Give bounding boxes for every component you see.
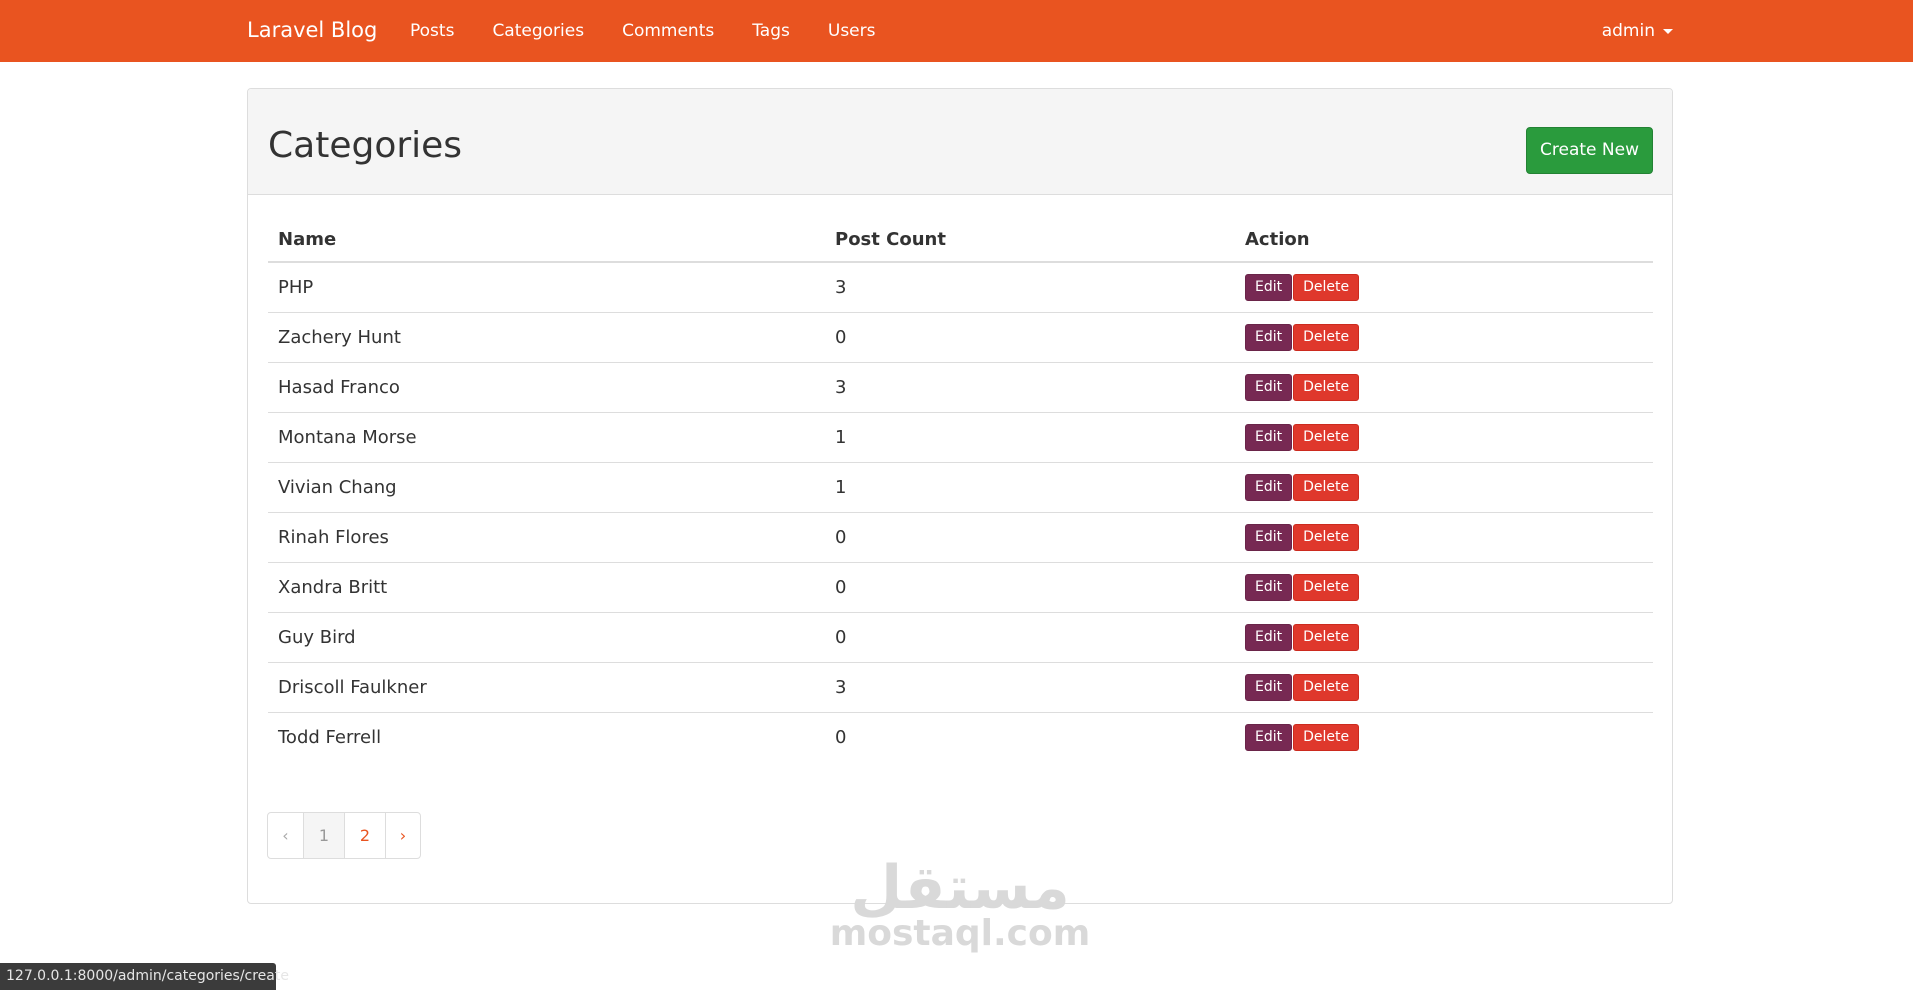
row-actions: Edit Delete: [1235, 511, 1653, 562]
table-row: Vivian Chang 1 Edit Delete: [268, 461, 1653, 512]
delete-button[interactable]: Delete: [1293, 423, 1360, 451]
categories-panel: Categories Create New Name Post Count Ac…: [247, 88, 1673, 904]
watermark-latin: mostaql.com: [829, 913, 1091, 954]
page-title: Categories: [268, 125, 463, 166]
table-row: Guy Bird 0 Edit Delete: [268, 611, 1653, 662]
delete-button[interactable]: Delete: [1293, 573, 1360, 601]
post-count: 0: [825, 611, 1235, 662]
table-row: Driscoll Faulkner 3 Edit Delete: [268, 661, 1653, 712]
panel-heading: Categories Create New: [248, 89, 1672, 195]
row-actions: Edit Delete: [1235, 262, 1653, 312]
category-name: Driscoll Faulkner: [268, 661, 825, 712]
header-action: Action: [1235, 217, 1653, 263]
post-count: 0: [825, 711, 1235, 762]
delete-button[interactable]: Delete: [1293, 273, 1360, 301]
edit-button[interactable]: Edit: [1245, 573, 1293, 601]
post-count: 0: [825, 561, 1235, 612]
row-actions: Edit Delete: [1235, 611, 1653, 662]
watermark-arabic: مستقل: [850, 853, 1070, 923]
nav-link-tags[interactable]: Tags: [752, 19, 790, 43]
nav-link-categories[interactable]: Categories: [492, 19, 584, 43]
post-count: 3: [825, 361, 1235, 412]
table-row: Todd Ferrell 0 Edit Delete: [268, 711, 1653, 762]
row-actions: Edit Delete: [1235, 311, 1653, 362]
pagination-page-1: 1: [303, 813, 344, 858]
edit-button[interactable]: Edit: [1245, 373, 1293, 401]
edit-button[interactable]: Edit: [1245, 523, 1293, 551]
category-name: Hasad Franco: [268, 361, 825, 412]
navbar-container: Laravel Blog Posts Categories Comments T…: [247, 0, 1673, 62]
row-actions: Edit Delete: [1235, 711, 1653, 762]
pagination: ‹ 1 2 ›: [267, 812, 421, 859]
delete-button[interactable]: Delete: [1293, 373, 1360, 401]
category-name: Guy Bird: [268, 611, 825, 662]
table-body: PHP 3 Edit Delete Zachery Hunt 0 Edit Delete Has…: [268, 262, 1653, 762]
row-actions: Edit Delete: [1235, 361, 1653, 412]
category-name: Rinah Flores: [268, 511, 825, 562]
table-row: Hasad Franco 3 Edit Delete: [268, 361, 1653, 412]
post-count: 1: [825, 461, 1235, 512]
category-name: PHP: [278, 276, 314, 298]
edit-button[interactable]: Edit: [1245, 473, 1293, 501]
category-name: Zachery Hunt: [268, 311, 825, 362]
delete-button[interactable]: Delete: [1293, 473, 1360, 501]
edit-button[interactable]: Edit: [1245, 423, 1293, 451]
link-status-bar: 127.0.0.1:8000/admin/categories/create: [0, 963, 289, 990]
delete-button[interactable]: Delete: [1293, 673, 1360, 701]
user-name: admin: [1601, 21, 1655, 41]
pagination-page-2[interactable]: 2: [344, 813, 385, 858]
table-row: PHP 3 Edit Delete: [268, 262, 1653, 312]
watermark: مستقل mostaql.com: [790, 858, 1130, 954]
brand-link[interactable]: Laravel Blog: [247, 16, 377, 44]
nav-link-posts[interactable]: Posts: [410, 19, 454, 43]
edit-button[interactable]: Edit: [1245, 673, 1293, 701]
category-name: Xandra Britt: [268, 561, 825, 612]
pagination-next[interactable]: ›: [385, 813, 420, 858]
table-row: Zachery Hunt 0 Edit Delete: [268, 311, 1653, 362]
delete-button[interactable]: Delete: [1293, 723, 1360, 751]
table-row: Montana Morse 1 Edit Delete: [268, 411, 1653, 462]
user-dropdown[interactable]: admin: [1602, 19, 1673, 43]
row-actions: Edit Delete: [1235, 561, 1653, 612]
row-actions: Edit Delete: [1235, 661, 1653, 712]
edit-button[interactable]: Edit: [1245, 623, 1293, 651]
delete-button[interactable]: Delete: [1293, 623, 1360, 651]
edit-button[interactable]: Edit: [1245, 273, 1293, 301]
post-count: 1: [825, 411, 1235, 462]
post-count: 0: [825, 311, 1235, 362]
header-post-count: Post Count: [825, 217, 1235, 263]
row-actions: Edit Delete: [1235, 461, 1653, 512]
post-count: 0: [825, 511, 1235, 562]
table-row: Rinah Flores 0 Edit Delete: [268, 511, 1653, 562]
pagination-prev: ‹: [282, 826, 289, 845]
top-navbar: Laravel Blog Posts Categories Comments T…: [0, 0, 1913, 62]
delete-button[interactable]: Delete: [1293, 523, 1360, 551]
caret-down-icon: [1663, 28, 1673, 34]
nav-link-users[interactable]: Users: [828, 19, 876, 43]
nav-links: Posts Categories Comments Tags Users: [410, 19, 913, 43]
delete-button[interactable]: Delete: [1293, 323, 1360, 351]
category-name: Vivian Chang: [268, 461, 825, 512]
category-name: Montana Morse: [268, 411, 825, 462]
row-actions: Edit Delete: [1235, 411, 1653, 462]
table-header-row: Name Post Count Action: [268, 217, 1653, 263]
header-name: Name: [268, 217, 825, 263]
categories-table: Name Post Count Action PHP 3 Edit Delete Zac…: [268, 217, 1653, 762]
category-name: Todd Ferrell: [268, 711, 825, 762]
nav-link-comments[interactable]: Comments: [622, 19, 714, 43]
edit-button[interactable]: Edit: [1245, 323, 1293, 351]
post-count: 3: [825, 661, 1235, 712]
post-count: 3: [835, 276, 847, 298]
edit-button[interactable]: Edit: [1245, 723, 1293, 751]
table-row: Xandra Britt 0 Edit Delete: [268, 561, 1653, 612]
create-new-button[interactable]: Create New: [1526, 127, 1653, 174]
